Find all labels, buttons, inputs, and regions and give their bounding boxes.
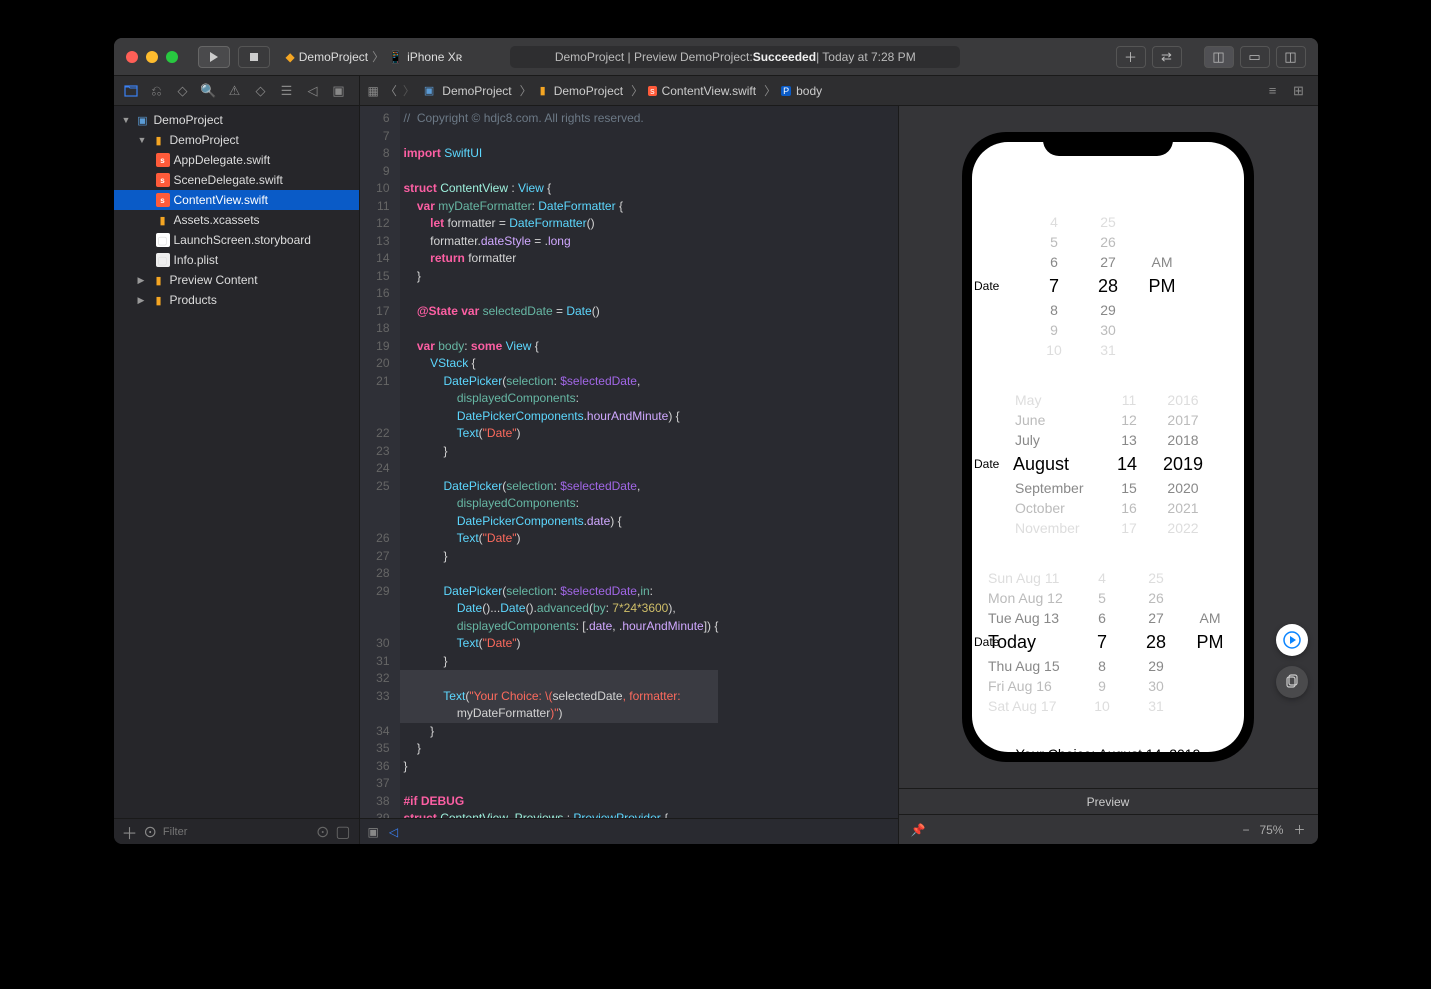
phone-icon: 📱 <box>388 50 403 64</box>
traffic-lights <box>126 51 178 63</box>
scheme-selector[interactable]: ◆ DemoProject 〉 📱 iPhone Xʀ <box>286 48 463 65</box>
code-review-button[interactable]: ⇄ <box>1152 46 1182 68</box>
tree-file-assets[interactable]: ▮Assets.xcassets <box>114 210 359 230</box>
close-window-button[interactable] <box>126 51 138 63</box>
time-picker[interactable]: Date 425526627AM728PM8299301031 <box>972 212 1244 360</box>
filter-icon: ⊙ <box>144 822 157 842</box>
tree-file-launchscreen[interactable]: ▢LaunchScreen.storyboard <box>114 230 359 250</box>
folder-icon: ▮ <box>152 293 166 307</box>
canvas-preview: Date 425526627AM728PM8299301031 Date May… <box>898 106 1318 844</box>
swift-file-icon: s <box>156 153 170 167</box>
storyboard-icon: ▢ <box>156 233 170 247</box>
tree-file-contentview[interactable]: sContentView.swift <box>114 190 359 210</box>
back-button[interactable]: 〈 <box>385 82 397 99</box>
forward-button[interactable]: 〉 <box>403 82 415 99</box>
line-number-gutter: 6789101112131415161718192021222324252627… <box>360 106 400 818</box>
titlebar: ◆ DemoProject 〉 📱 iPhone Xʀ DemoProject … <box>114 38 1318 76</box>
choice-label: Your Choice: August 14, 2019 <box>972 746 1244 752</box>
add-editor-button[interactable]: ⊞ <box>1288 80 1310 102</box>
editor-options-icon[interactable]: ▣ <box>368 825 379 839</box>
navigator-tabs: ⎌ ◇ 🔍 ⚠ ◇ ☰ ◁ ▣ <box>114 76 360 105</box>
play-icon <box>210 52 218 62</box>
scheme-device: iPhone Xʀ <box>407 50 462 64</box>
live-preview-button[interactable] <box>1276 624 1308 656</box>
source-control-navigator-tab[interactable]: ⎌ <box>146 80 168 102</box>
pin-preview-button[interactable]: 📌 <box>911 823 926 837</box>
test-navigator-tab[interactable]: ◇ <box>250 80 272 102</box>
tree-folder[interactable]: ▼▮DemoProject <box>114 130 359 150</box>
zoom-in-button[interactable]: ＋ <box>1293 821 1305 838</box>
swift-file-icon: s <box>156 173 170 187</box>
zoom-out-button[interactable]: − <box>1242 823 1249 837</box>
breakpoint-navigator-tab[interactable]: ◁ <box>302 80 324 102</box>
find-navigator-tab[interactable]: 🔍 <box>198 80 220 102</box>
xcode-window: ◆ DemoProject 〉 📱 iPhone Xʀ DemoProject … <box>114 38 1318 844</box>
duplicate-preview-button[interactable] <box>1276 666 1308 698</box>
run-button[interactable] <box>198 46 230 68</box>
debug-navigator-tab[interactable]: ☰ <box>276 80 298 102</box>
device-notch <box>1043 132 1173 156</box>
code-content[interactable]: // Copyright © hdjc8.com. All rights res… <box>400 106 719 818</box>
device-screen[interactable]: Date 425526627AM728PM8299301031 Date May… <box>972 142 1244 752</box>
property-icon: P <box>781 86 791 96</box>
activity-status: DemoProject | Preview DemoProject: Succe… <box>510 46 960 68</box>
device-frame: Date 425526627AM728PM8299301031 Date May… <box>962 132 1254 762</box>
scheme-app: DemoProject <box>299 50 368 64</box>
folder-icon: ▮ <box>152 133 166 147</box>
project-navigator: ▼▣DemoProject ▼▮DemoProject sAppDelegate… <box>114 106 360 844</box>
editor-bottom-bar: ▣ ◁ <box>360 818 898 844</box>
navigator-filter-bar: ＋ ⊙ ⊙ ▢ <box>114 818 359 844</box>
related-items-icon[interactable]: ▦ <box>368 84 379 98</box>
recent-files-filter[interactable]: ⊙ <box>316 822 329 842</box>
navigator-filter-input[interactable] <box>163 826 310 838</box>
report-navigator-tab[interactable]: ▣ <box>328 80 350 102</box>
jump-bar[interactable]: ▣ DemoProject 〉 ▮ DemoProject 〉 s Conten… <box>421 82 825 99</box>
assets-icon: ▮ <box>156 213 170 227</box>
tree-file-infoplist[interactable]: ▢Info.plist <box>114 250 359 270</box>
source-editor[interactable]: 6789101112131415161718192021222324252627… <box>360 106 898 844</box>
folder-icon: ▮ <box>152 273 166 287</box>
tree-folder-products[interactable]: ▶▮Products <box>114 290 359 310</box>
stop-button[interactable] <box>238 46 270 68</box>
swift-file-icon: s <box>648 86 657 96</box>
symbol-navigator-tab[interactable]: ◇ <box>172 80 194 102</box>
tree-file-appdelegate[interactable]: sAppDelegate.swift <box>114 150 359 170</box>
issue-navigator-tab[interactable]: ⚠ <box>224 80 246 102</box>
toggle-inspector-button[interactable]: ◫ <box>1276 46 1306 68</box>
stop-icon <box>250 53 258 61</box>
app-icon: ◆ <box>286 50 295 64</box>
preview-title: Preview <box>899 788 1318 814</box>
minimize-window-button[interactable] <box>146 51 158 63</box>
navigator-jump-bar: ⎌ ◇ 🔍 ⚠ ◇ ☰ ◁ ▣ ▦ 〈 〉 ▣ DemoProject 〉 ▮ … <box>114 76 1318 106</box>
adjust-editor-options-button[interactable]: ≡ <box>1262 80 1284 102</box>
swift-file-icon: s <box>156 193 170 207</box>
toggle-debug-button[interactable]: ▭ <box>1240 46 1270 68</box>
folder-icon: ▮ <box>537 84 549 97</box>
add-file-button[interactable]: ＋ <box>122 820 138 844</box>
tree-file-scenedelegate[interactable]: sSceneDelegate.swift <box>114 170 359 190</box>
breakpoint-toggle[interactable]: ◁ <box>389 825 398 839</box>
scm-status-filter[interactable]: ▢ <box>335 822 350 842</box>
project-icon: ▣ <box>421 84 437 97</box>
zoom-level: 75% <box>1259 823 1283 837</box>
plist-icon: ▢ <box>156 253 170 267</box>
preview-toolbar: 📌 − 75% ＋ <box>899 814 1318 844</box>
datetime-picker[interactable]: Date Sun Aug 11425Mon Aug 12526Tue Aug 1… <box>972 568 1244 716</box>
zoom-window-button[interactable] <box>166 51 178 63</box>
tree-project-root[interactable]: ▼▣DemoProject <box>114 110 359 130</box>
tree-folder-previewcontent[interactable]: ▶▮Preview Content <box>114 270 359 290</box>
library-button[interactable]: ＋ <box>1116 46 1146 68</box>
toggle-navigator-button[interactable]: ◫ <box>1204 46 1234 68</box>
date-picker[interactable]: Date May112016June122017July132018August… <box>972 390 1244 538</box>
project-navigator-tab[interactable] <box>120 80 142 102</box>
